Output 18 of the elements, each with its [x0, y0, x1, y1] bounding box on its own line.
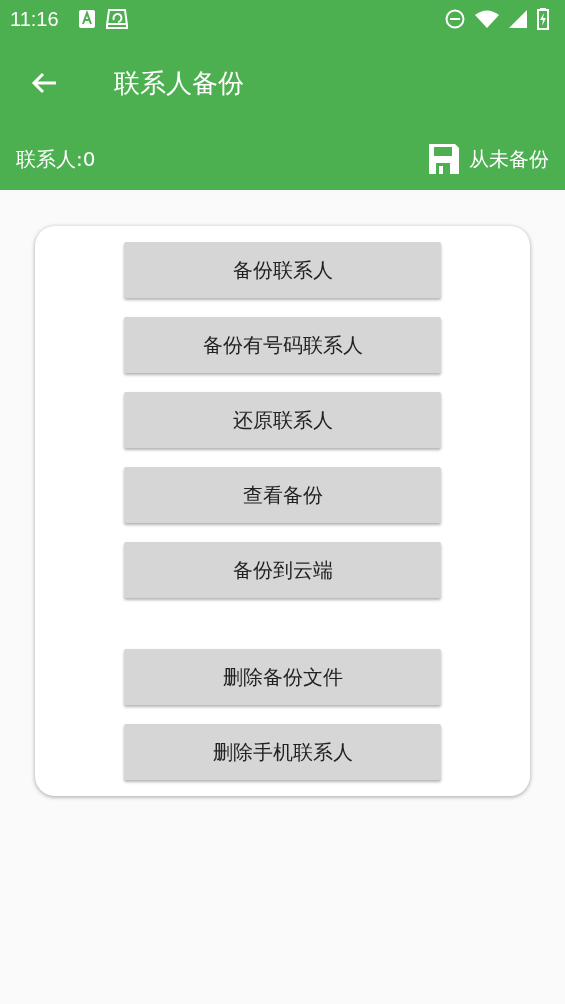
- drive-sync-icon: [104, 8, 129, 30]
- back-arrow-icon[interactable]: [30, 71, 58, 95]
- contact-count: 联系人:0: [16, 145, 96, 173]
- signal-icon: [509, 10, 527, 28]
- backup-status: 从未备份: [469, 145, 549, 173]
- action-button[interactable]: 备份有号码联系人: [124, 317, 441, 373]
- action-button[interactable]: 备份联系人: [124, 242, 441, 298]
- action-button[interactable]: 备份到云端: [124, 542, 441, 598]
- action-button[interactable]: 查看备份: [124, 467, 441, 523]
- action-button[interactable]: 还原联系人: [124, 392, 441, 448]
- do-not-disturb-icon: [445, 9, 465, 29]
- status-time: 11:16: [10, 7, 59, 31]
- text-a-icon: [78, 10, 95, 28]
- action-button[interactable]: 删除备份文件: [124, 649, 441, 705]
- wifi-icon: [475, 10, 499, 28]
- action-button[interactable]: 删除手机联系人: [124, 724, 441, 780]
- toolbar-title: 联系人备份: [114, 66, 244, 100]
- battery-icon: [537, 8, 549, 30]
